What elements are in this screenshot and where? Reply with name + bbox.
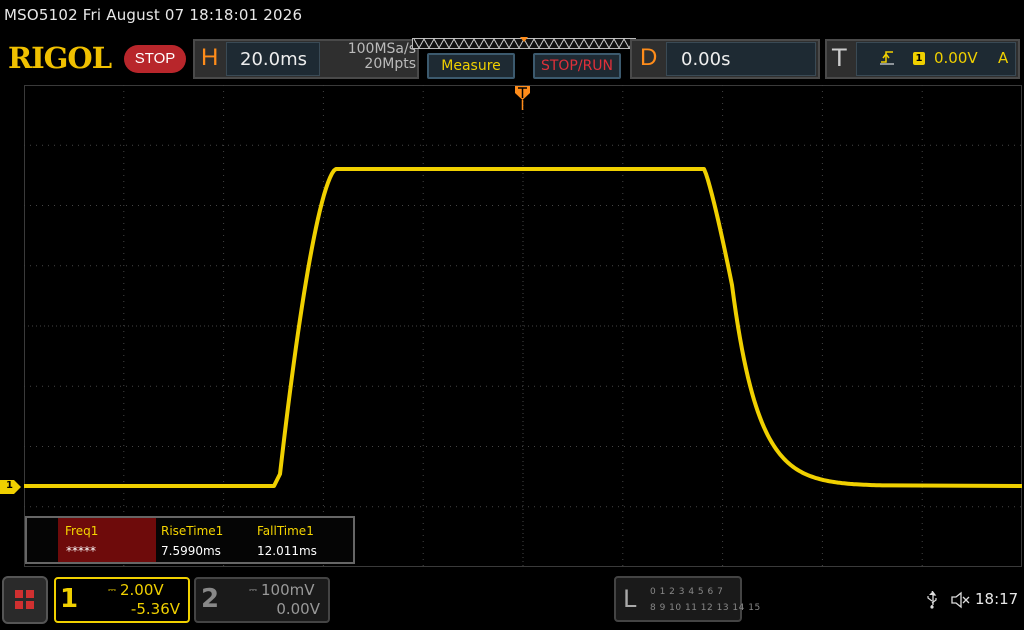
delay-value[interactable]: 0.00s	[666, 42, 816, 76]
ch1-scale-row[interactable]: ⎓ 2.00V	[108, 581, 164, 599]
ch1-waveform	[24, 167, 1022, 488]
memory-depth: 20Mpts	[364, 56, 416, 72]
trigger-level[interactable]: 0.00V	[934, 49, 978, 67]
menu-button[interactable]	[2, 576, 48, 624]
ch2-scale: 100mV	[260, 581, 315, 599]
waveform-display[interactable]	[24, 85, 1022, 567]
trigger-position-marker[interactable]	[515, 86, 530, 110]
graticule-lines	[24, 85, 1022, 567]
sample-rate: 100MSa/s	[347, 41, 416, 57]
timebase-value[interactable]: 20.0ms	[226, 42, 320, 76]
ch1-offset-marker-label: 1	[6, 480, 13, 491]
menu-grid-icon	[15, 590, 34, 609]
trigger-mode[interactable]: A	[998, 49, 1008, 67]
delay-tag: D	[640, 44, 658, 71]
stop-run-button[interactable]: STOP/RUN	[533, 53, 621, 79]
ch2-number: 2	[201, 584, 220, 614]
ch1-scale: 2.00V	[119, 581, 164, 599]
rigol-logo: RIGOL	[8, 41, 112, 75]
logic-channels-row2: 8 9 10 11 12 13 14 15	[650, 603, 761, 613]
trigger-rising-edge-icon	[880, 51, 894, 65]
ch2-scale-row[interactable]: ⎓ 100mV	[249, 581, 315, 599]
horizontal-tag: H	[201, 44, 219, 71]
measurement-name: RiseTime1	[161, 524, 224, 538]
trigger-tag: T	[832, 44, 847, 72]
trigger-source-badge: 1	[913, 52, 925, 65]
window-title: MSO5102 Fri August 07 18:18:01 2026	[4, 6, 303, 24]
ch1-number: 1	[60, 584, 79, 614]
ch1-offset[interactable]: -5.36V	[110, 600, 180, 618]
measurement-name: Freq1	[65, 524, 99, 538]
memory-timeline	[412, 37, 636, 50]
usb-icon	[927, 591, 937, 609]
measure-button[interactable]: Measure	[427, 53, 515, 79]
measurement-name: FallTime1	[257, 524, 314, 538]
run-state-badge[interactable]: STOP	[124, 45, 186, 73]
acquisition-info: 100MSa/s 20Mpts	[322, 42, 416, 72]
ch2-offset[interactable]: 0.00V	[250, 600, 320, 618]
measurement-value: 12.011ms	[257, 544, 317, 558]
logic-tag: L	[623, 585, 637, 613]
measurement-value: 7.5990ms	[161, 544, 221, 558]
measurement-value: *****	[66, 544, 96, 558]
logic-channels-row1: 0 1 2 3 4 5 6 7	[650, 587, 724, 597]
dc-coupling-icon: ⎓	[108, 585, 116, 596]
ch1-trace	[24, 167, 1022, 488]
clock: 18:17	[975, 590, 1019, 608]
dc-coupling-icon: ⎓	[249, 585, 257, 596]
speaker-muted-icon[interactable]	[950, 591, 970, 609]
